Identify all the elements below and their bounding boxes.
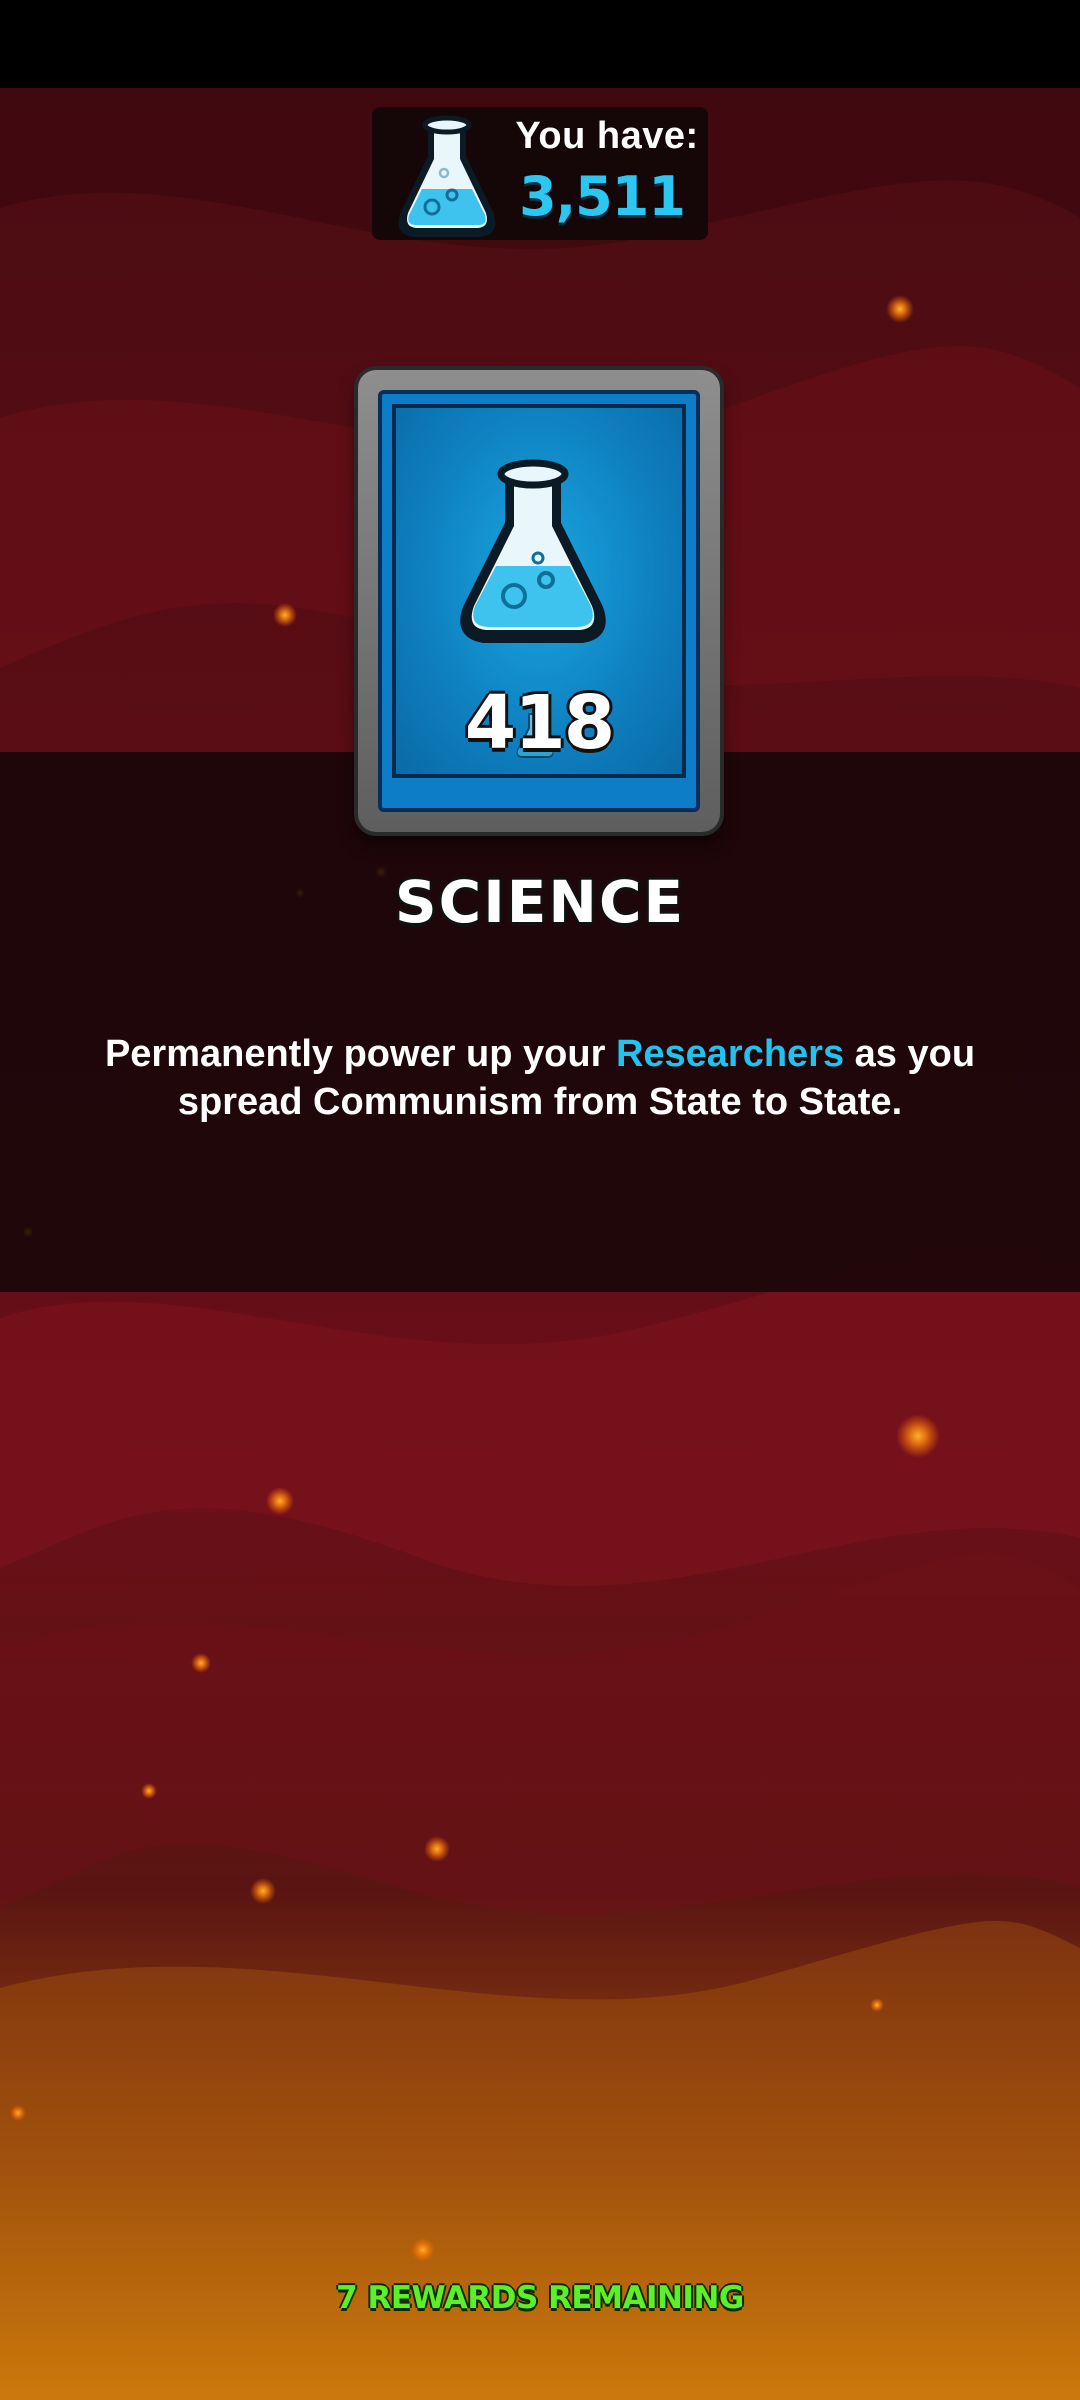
rewards-remaining-label: 7 REWARDS REMAINING (336, 2280, 744, 2316)
reward-card[interactable]: 418 (358, 370, 720, 832)
currency-label: You have: (515, 115, 699, 157)
reward-title: SCIENCE (394, 868, 686, 936)
status-bar (0, 0, 1080, 88)
info-band (0, 752, 1080, 1292)
reward-card-inner: 418 (378, 390, 700, 812)
reward-amount: 418 (464, 680, 615, 766)
currency-panel: You have: 3,511 (372, 107, 708, 240)
science-flask-icon (398, 115, 496, 237)
reward-description: Permanently power up your Researchers as… (90, 1030, 990, 1126)
science-flask-icon (460, 459, 606, 643)
currency-amount: 3,511 (519, 165, 686, 228)
description-text: Permanently power up your (104, 1033, 616, 1075)
description-highlight: Researchers (615, 1033, 845, 1075)
